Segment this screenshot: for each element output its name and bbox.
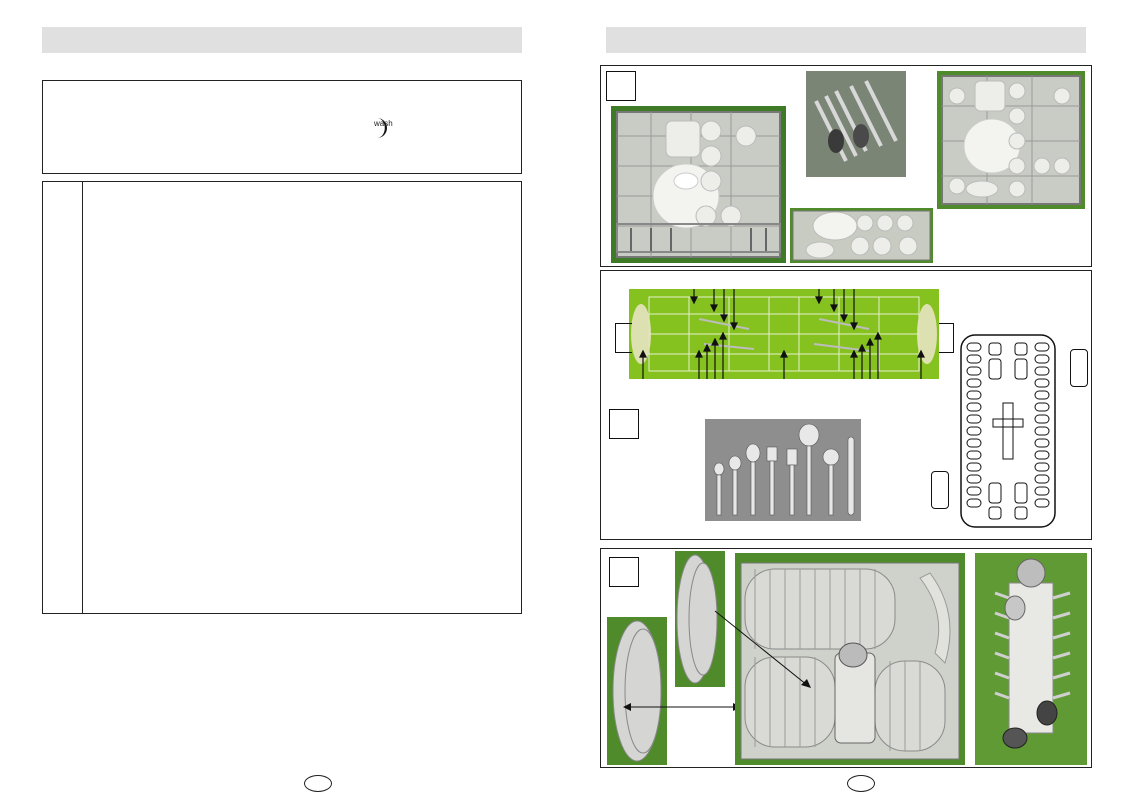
photo-cups-closeup xyxy=(790,208,933,263)
photo-upper-basket-right xyxy=(937,71,1085,209)
cutlery-basket-topview xyxy=(959,333,1057,529)
basket-handle-top xyxy=(1070,349,1088,387)
step-number-box-3 xyxy=(609,557,639,587)
photo-cutlery-basket-loaded xyxy=(975,553,1087,765)
panel-upper-basket xyxy=(600,65,1092,267)
rack-right-bracket xyxy=(939,323,954,353)
right-page-header-bar xyxy=(606,27,1086,53)
info-box: wash xyxy=(42,80,522,174)
step-number-box-2 xyxy=(609,409,639,439)
plates-pointer-line xyxy=(713,609,813,689)
wash-icon-label: wash xyxy=(374,119,393,128)
photo-upper-basket-left xyxy=(611,106,786,263)
plate-distance-arrow xyxy=(623,699,741,711)
basket-handle-bottom xyxy=(931,471,949,509)
rack-top-diagram xyxy=(629,285,939,384)
photo-cutlery-closeup xyxy=(806,71,906,177)
instructions-box xyxy=(42,181,522,614)
panel-cutlery-rack xyxy=(600,270,1092,540)
step-number-box-1 xyxy=(606,71,636,101)
photo-plates-side-left xyxy=(607,617,667,765)
right-page-number-oval xyxy=(847,775,875,792)
panel-lower-basket xyxy=(600,548,1092,768)
photo-cutlery-set xyxy=(705,419,861,521)
left-page-number-oval xyxy=(304,775,332,792)
instructions-column-divider xyxy=(82,182,83,613)
rack-left-bracket xyxy=(615,323,632,353)
left-page-header-bar xyxy=(42,27,522,53)
